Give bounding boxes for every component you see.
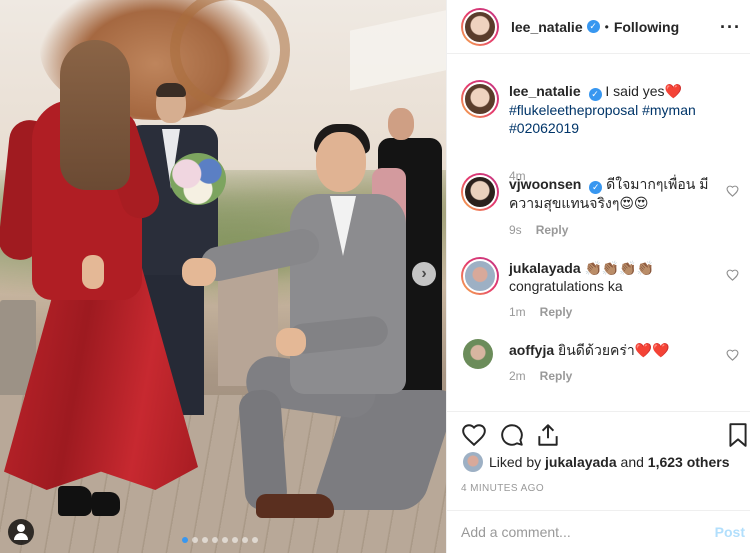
carousel-indicator: [182, 537, 258, 543]
reply-button[interactable]: Reply: [540, 305, 573, 319]
post-side-panel: lee_natalie ✓ • Following ··· lee_natali…: [446, 0, 750, 553]
carousel-dot: [222, 537, 228, 543]
post-username[interactable]: lee_natalie: [511, 19, 583, 35]
heart-outline-icon[interactable]: [726, 349, 739, 361]
carousel-dot: [192, 537, 198, 543]
comment-time: 9s: [509, 223, 522, 237]
avatar[interactable]: [461, 257, 499, 295]
comment-username[interactable]: vjwoonsen: [509, 176, 581, 192]
comment-item: vjwoonsen ✓ ดีใจมากๆเพื่อน มีความสุขแทนจ…: [461, 173, 741, 243]
caption-body: I said yes: [605, 83, 665, 99]
caption-username[interactable]: lee_natalie: [509, 83, 581, 99]
verified-badge-icon: ✓: [588, 88, 602, 101]
heart-outline-icon[interactable]: [726, 269, 739, 281]
comments-list[interactable]: lee_natalie ✓ I said yes❤️ #flukeleethep…: [447, 55, 750, 411]
likes-prefix: Liked by: [489, 454, 542, 470]
comment-text: vjwoonsen ✓ ดีใจมากๆเพื่อน มีความสุขแทนจ…: [509, 175, 719, 212]
carousel-dot: [212, 537, 218, 543]
caption-text: lee_natalie ✓ I said yes❤️ #flukeleethep…: [509, 82, 719, 137]
carousel-dot: [182, 537, 188, 543]
comment-username[interactable]: jukalayada: [509, 260, 581, 276]
chevron-right-icon[interactable]: ›: [412, 262, 436, 286]
likes-and: and: [620, 454, 644, 470]
avatar[interactable]: [461, 7, 499, 46]
post-photo[interactable]: ›: [0, 0, 446, 553]
more-horizontal-icon[interactable]: ···: [720, 17, 741, 38]
comment-meta: 1m Reply: [509, 305, 572, 319]
likes-summary: Liked by jukalayada and 1,623 others: [463, 452, 743, 472]
avatar[interactable]: [463, 452, 483, 472]
comment-item: aoffyja ยินดีด้วยคร่า❤️❤️ 2m Reply: [461, 339, 741, 399]
header-separator: •: [604, 19, 609, 34]
comment-text: aoffyja ยินดีด้วยคร่า❤️❤️: [509, 341, 719, 359]
likes-others[interactable]: 1,623 others: [648, 454, 730, 470]
comment-meta: 2m Reply: [509, 369, 572, 383]
action-bar: [447, 411, 750, 457]
post-timestamp[interactable]: 4 MINUTES AGO: [461, 483, 544, 494]
comment-icon[interactable]: [499, 422, 525, 448]
bookmark-icon[interactable]: [725, 422, 750, 448]
comment-time: 2m: [509, 369, 526, 383]
heart-outline-icon[interactable]: [726, 185, 739, 197]
carousel-dot: [242, 537, 248, 543]
post-button[interactable]: Post: [715, 524, 745, 540]
post-header: lee_natalie ✓ • Following ···: [447, 0, 750, 54]
liked-by-user[interactable]: jukalayada: [545, 454, 617, 470]
caption-hashtags[interactable]: #flukeleetheproposal #myman #02062019: [509, 101, 719, 137]
verified-badge-icon: ✓: [589, 181, 603, 194]
comment-time: 1m: [509, 305, 526, 319]
comment-username[interactable]: aoffyja: [509, 342, 554, 358]
comment-meta: 9s Reply: [509, 223, 568, 237]
photo-woman-red-dress: [0, 40, 200, 530]
comment-body: ยินดีด้วยคร่า❤️❤️: [558, 342, 670, 358]
carousel-dot: [232, 537, 238, 543]
heart-outline-icon[interactable]: [461, 422, 487, 448]
user-tag-icon[interactable]: [8, 519, 34, 545]
carousel-dot: [252, 537, 258, 543]
reply-button[interactable]: Reply: [536, 223, 569, 237]
photo-kneeling-man: [180, 120, 446, 530]
verified-badge-icon: ✓: [586, 20, 600, 33]
comment-input[interactable]: [461, 521, 701, 543]
heart-emoji: ❤️: [664, 83, 682, 99]
add-comment-bar: Post: [447, 510, 750, 553]
comment-item: jukalayada 👏🏽👏🏽👏🏽👏🏽 congratulations ka 1…: [461, 257, 741, 327]
following-button[interactable]: Following: [614, 19, 679, 35]
reply-button[interactable]: Reply: [540, 369, 573, 383]
caption: lee_natalie ✓ I said yes❤️ #flukeleethep…: [461, 80, 741, 183]
avatar[interactable]: [461, 80, 499, 118]
avatar[interactable]: [461, 173, 499, 211]
comment-text: jukalayada 👏🏽👏🏽👏🏽👏🏽 congratulations ka: [509, 259, 719, 295]
share-icon[interactable]: [535, 422, 561, 448]
avatar[interactable]: [463, 339, 493, 369]
carousel-dot: [202, 537, 208, 543]
